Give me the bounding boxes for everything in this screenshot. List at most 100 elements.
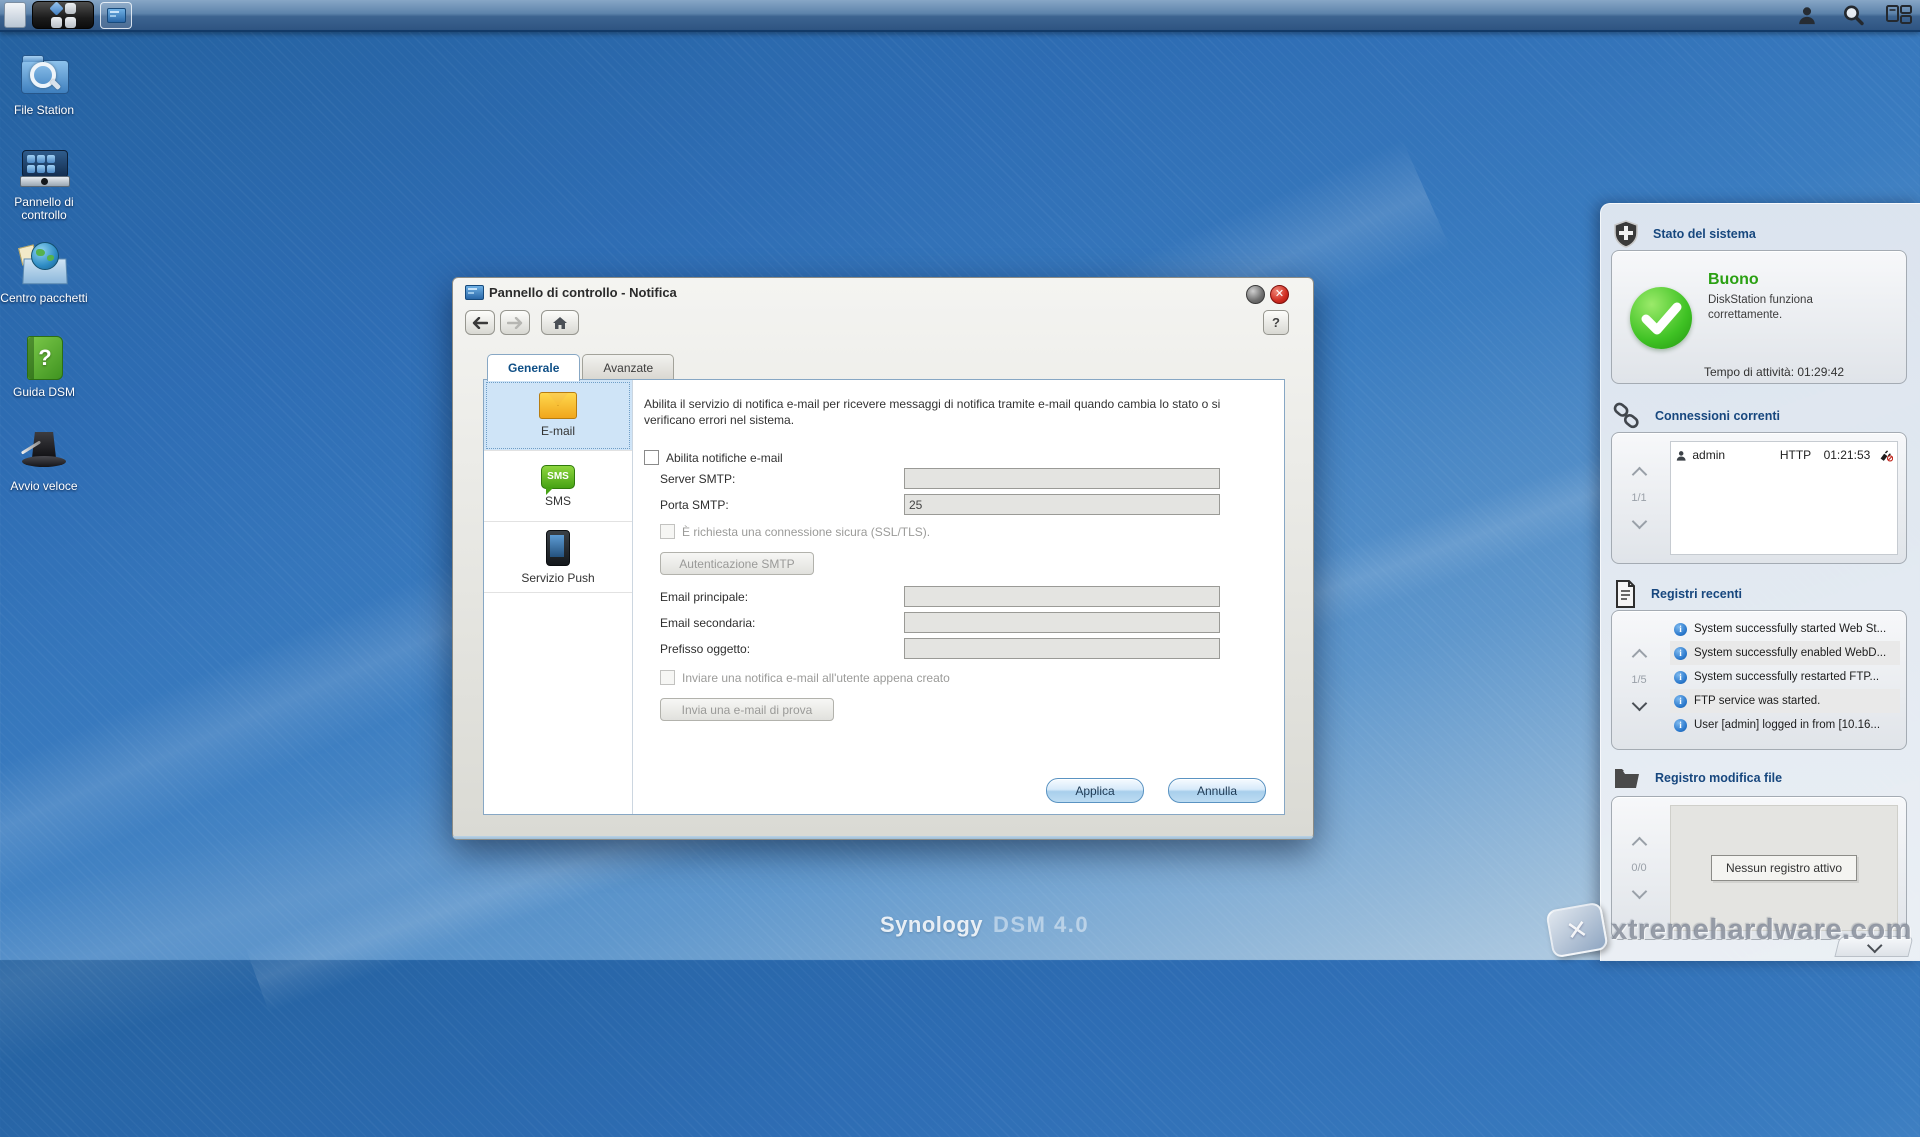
recent-logs-header: Registri recenti (1613, 580, 1742, 608)
cancel-button[interactable]: Annulla (1168, 778, 1266, 803)
search-icon (1844, 5, 1864, 26)
email-notification-description: Abilita il servizio di notifica e-mail p… (644, 397, 1221, 427)
brand-name: Synology (880, 912, 984, 937)
smtp-auth-button[interactable]: Autenticazione SMTP (660, 552, 814, 575)
window-titlebar[interactable]: Pannello di controllo - Notifica ✕ (453, 278, 1313, 306)
log-row[interactable]: i FTP service was started. (1670, 689, 1900, 713)
show-desktop-button[interactable] (4, 2, 26, 28)
checkbox-label: Abilita notifiche e-mail (666, 450, 783, 465)
checkbox-label: Inviare una notifica e-mail all'utente a… (682, 670, 950, 685)
nav-back-button[interactable] (465, 310, 495, 335)
shield-icon (1614, 220, 1638, 248)
connection-row[interactable]: admin HTTP 01:21:53 (1671, 442, 1897, 468)
tab-avanzate[interactable]: Avanzate (582, 354, 675, 380)
smtp-port-input[interactable] (904, 494, 1220, 515)
desktop-icon-quick-start[interactable]: Avvio veloce (0, 428, 88, 493)
log-row[interactable]: i System successfully started Web St... (1670, 617, 1900, 641)
help-button[interactable]: ? (1263, 310, 1289, 335)
user-menu-button[interactable] (1792, 2, 1822, 28)
desktop-icon-label: Guida DSM (12, 385, 76, 399)
subject-prefix-input[interactable] (904, 638, 1220, 659)
log-row[interactable]: i System successfully restarted FTP... (1670, 665, 1900, 689)
smtp-port-label: Porta SMTP: (660, 498, 729, 512)
close-button[interactable]: ✕ (1270, 285, 1289, 304)
smtp-server-input[interactable] (904, 468, 1220, 489)
dsm-brand: Synology DSM 4.0 (880, 912, 1089, 938)
checkbox[interactable] (660, 524, 675, 539)
desktop-icon-label: File Station (13, 103, 75, 117)
info-icon: i (1674, 622, 1687, 636)
taskbar-item-control-panel[interactable] (100, 2, 132, 29)
window-title-icon (465, 285, 484, 300)
page-up-icon[interactable] (1631, 648, 1647, 665)
pilot-view-button[interactable] (1884, 2, 1914, 28)
window-title: Pannello di controllo - Notifica (489, 285, 677, 300)
checkbox[interactable] (644, 450, 659, 465)
connections-list: admin HTTP 01:21:53 (1670, 441, 1898, 555)
primary-email-label: Email principale: (660, 590, 749, 604)
control-panel-icon (106, 8, 126, 23)
minimize-button[interactable] (1246, 285, 1265, 304)
desktop-icon-file-station[interactable]: File Station (0, 52, 88, 117)
page-down-icon[interactable] (1631, 695, 1647, 712)
file-log-empty-label: Nessun registro attivo (1710, 855, 1858, 881)
brand-version: DSM 4.0 (993, 912, 1090, 937)
sidebar-item-label: Servizio Push (521, 570, 595, 585)
secondary-email-label: Email secondaria: (660, 616, 756, 630)
connections-header: Connessioni correnti (1613, 402, 1780, 430)
checkbox[interactable] (660, 670, 675, 685)
primary-email-input[interactable] (904, 586, 1220, 607)
search-button[interactable] (1838, 2, 1868, 28)
page-up-icon[interactable] (1631, 836, 1647, 853)
log-text: System successfully restarted FTP... (1694, 671, 1880, 683)
enable-email-checkbox-row[interactable]: Abilita notifiche e-mail (644, 450, 783, 465)
page-up-icon[interactable] (1631, 466, 1647, 483)
user-icon (1799, 7, 1815, 25)
disconnect-icon[interactable] (1879, 449, 1893, 462)
ssl-checkbox-row[interactable]: È richiesta una connessione sicura (SSL/… (660, 524, 930, 539)
pilot-view-icon (1886, 5, 1912, 24)
desktop-icon-label: Pannello di controllo (14, 195, 74, 222)
sidebar-item-sms[interactable]: SMS SMS (484, 451, 632, 522)
connection-protocol: HTTP (1779, 448, 1812, 462)
desktop-icon-package-center[interactable]: Centro pacchetti (0, 240, 88, 305)
log-text: System successfully started Web St... (1694, 623, 1887, 635)
apply-button[interactable]: Applica (1046, 778, 1144, 803)
log-row[interactable]: i User [admin] logged in from [10.16... (1670, 713, 1900, 737)
window-bottom-edge (453, 836, 1313, 839)
home-icon (553, 316, 567, 329)
nav-forward-button[interactable] (500, 310, 530, 335)
widget-panel: Stato del sistema Buono DiskStation funz… (1600, 203, 1920, 961)
control-panel-device-icon (18, 144, 70, 192)
notify-new-user-checkbox-row[interactable]: Inviare una notifica e-mail all'utente a… (660, 670, 950, 685)
sidebar-item-email[interactable]: E-mail (484, 380, 632, 451)
tab-generale[interactable]: Generale (487, 354, 581, 381)
connections-pager: 1/1 (1612, 433, 1666, 563)
nav-home-button[interactable] (541, 310, 579, 335)
widget-title: Connessioni correnti (1655, 409, 1781, 423)
info-icon: i (1674, 670, 1687, 684)
main-menu-button[interactable] (32, 0, 94, 29)
page-down-icon[interactable] (1631, 883, 1647, 900)
smartphone-icon (546, 529, 570, 566)
pager-text: 1/5 (1631, 674, 1647, 686)
sidebar-item-push-service[interactable]: Servizio Push (484, 522, 632, 593)
desktop-icon-label: Centro pacchetti (0, 291, 88, 305)
status-ok-icon (1630, 287, 1692, 349)
subject-prefix-label: Prefisso oggetto: (660, 642, 751, 656)
desktop-icon-control-panel[interactable]: Pannello di controllo (0, 144, 88, 222)
sms-icon: SMS (541, 464, 575, 495)
info-icon: i (1674, 694, 1687, 708)
pager-text: 0/0 (1631, 862, 1647, 874)
notification-sidebar: E-mail SMS SMS Servizio Push (484, 380, 633, 814)
desktop-icon-dsm-help[interactable]: ? Guida DSM (0, 334, 88, 399)
page-down-icon[interactable] (1631, 513, 1647, 530)
back-arrow-icon (472, 316, 488, 329)
tab-content: E-mail SMS SMS Servizio Push Abilita il … (483, 379, 1285, 815)
secondary-email-input[interactable] (904, 612, 1220, 633)
send-test-email-button[interactable]: Invia una e-mail di prova (660, 698, 834, 721)
log-row[interactable]: i System successfully enabled WebD... (1670, 641, 1900, 665)
sidebar-item-label: SMS (544, 493, 571, 508)
tab-bar: Generale Avanzate (487, 354, 676, 381)
widget-title: Registro modifica file (1655, 771, 1783, 785)
